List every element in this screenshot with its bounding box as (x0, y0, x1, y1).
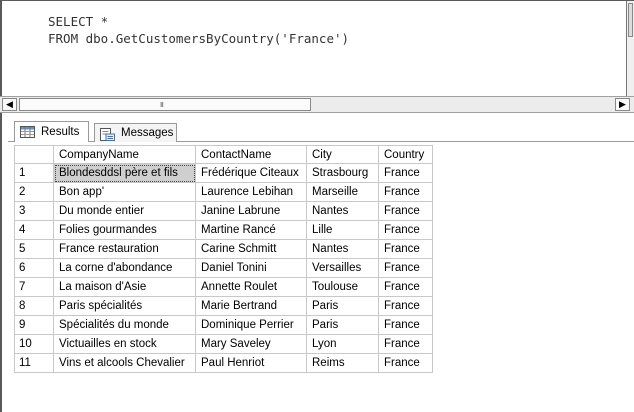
table-row[interactable]: 7 La maison d'Asie Annette Roulet Toulou… (14, 277, 433, 297)
grid-header-row: CompanyName ContactName City Country (14, 145, 433, 164)
cell-city[interactable]: Nantes (306, 239, 379, 259)
cell-contactname[interactable]: Annette Roulet (195, 277, 307, 297)
table-row[interactable]: 6 La corne d'abondance Daniel Tonini Ver… (14, 258, 433, 278)
cell-companyname[interactable]: Victuailles en stock (53, 334, 196, 354)
table-row[interactable]: 10 Victuailles en stock Mary Saveley Lyo… (14, 334, 433, 354)
cell-companyname[interactable]: Paris spécialités (53, 296, 196, 316)
cell-companyname[interactable]: Bon app' (53, 182, 196, 202)
scroll-grip-icon: III (160, 102, 164, 109)
cell-city[interactable]: Versailles (306, 258, 379, 278)
cell-contactname[interactable]: Daniel Tonini (195, 258, 307, 278)
cell-contactname[interactable]: Marie Bertrand (195, 296, 307, 316)
tab-messages-label: Messages (121, 127, 174, 139)
sql-line-2: FROM dbo.GetCustomersByCountry('France') (48, 31, 350, 46)
cell-companyname[interactable]: La corne d'abondance (53, 258, 196, 278)
sql-line-1: SELECT * (48, 14, 109, 29)
cell-city[interactable]: Toulouse (306, 277, 379, 297)
query-editor[interactable]: SELECT * FROM dbo.GetCustomersByCountry('… (0, 0, 634, 97)
cell-city[interactable]: Paris (306, 315, 379, 335)
table-row[interactable]: 9 Spécialités du monde Dominique Perrier… (14, 315, 433, 335)
row-number[interactable]: 5 (14, 239, 54, 259)
cell-contactname[interactable]: Laurence Lebihan (195, 182, 307, 202)
tab-results[interactable]: Results (14, 121, 89, 142)
row-header-corner[interactable] (14, 145, 54, 164)
tab-results-label: Results (41, 126, 80, 138)
message-icon (100, 128, 115, 144)
column-header-companyname[interactable]: CompanyName (53, 145, 196, 164)
cell-city[interactable]: Lyon (306, 334, 379, 354)
cell-country[interactable]: France (378, 315, 433, 335)
cell-contactname[interactable]: Martine Rancé (195, 220, 307, 240)
row-number[interactable]: 11 (14, 353, 54, 373)
cell-city[interactable]: Paris (306, 296, 379, 316)
row-number[interactable]: 9 (14, 315, 54, 335)
row-number[interactable]: 2 (14, 182, 54, 202)
tab-messages[interactable]: Messages (94, 123, 177, 142)
scroll-right-icon[interactable]: ▶ (615, 98, 630, 111)
cell-city[interactable]: Lille (306, 220, 379, 240)
cell-country[interactable]: France (378, 163, 433, 183)
grid-icon (20, 126, 35, 141)
cell-country[interactable]: France (378, 277, 433, 297)
editor-horizontal-scrollbar[interactable]: ◀ III ▶ (0, 96, 634, 113)
results-grid-area: CompanyName ContactName City Country 1 B… (0, 143, 634, 412)
cell-country[interactable]: France (378, 258, 433, 278)
cell-city[interactable]: Strasbourg (306, 163, 379, 183)
cell-contactname[interactable]: Dominique Perrier (195, 315, 307, 335)
cell-companyname[interactable]: Folies gourmandes (53, 220, 196, 240)
cell-city[interactable]: Marseille (306, 182, 379, 202)
column-header-city[interactable]: City (306, 145, 379, 164)
sql-code[interactable]: SELECT * FROM dbo.GetCustomersByCountry('… (48, 13, 349, 47)
cell-country[interactable]: France (378, 220, 433, 240)
scroll-left-icon[interactable]: ◀ (2, 98, 17, 111)
cell-contactname[interactable]: Paul Henriot (195, 353, 307, 373)
editor-vertical-scrollbar[interactable] (626, 1, 634, 97)
table-row[interactable]: 2 Bon app' Laurence Lebihan Marseille Fr… (14, 182, 433, 202)
cell-companyname[interactable]: Blondesddsl père et fils (53, 163, 196, 183)
cell-contactname[interactable]: Frédérique Citeaux (195, 163, 307, 183)
row-number[interactable]: 4 (14, 220, 54, 240)
row-number[interactable]: 6 (14, 258, 54, 278)
table-row[interactable]: 3 Du monde entier Janine Labrune Nantes … (14, 201, 433, 221)
table-row[interactable]: 4 Folies gourmandes Martine Rancé Lille … (14, 220, 433, 240)
cell-country[interactable]: France (378, 239, 433, 259)
column-header-contactname[interactable]: ContactName (195, 145, 307, 164)
cell-contactname[interactable]: Janine Labrune (195, 201, 307, 221)
cell-country[interactable]: France (378, 296, 433, 316)
row-number[interactable]: 7 (14, 277, 54, 297)
results-grid: CompanyName ContactName City Country 1 B… (14, 145, 433, 373)
row-number[interactable]: 3 (14, 201, 54, 221)
cell-country[interactable]: France (378, 353, 433, 373)
table-row[interactable]: 5 France restauration Carine Schmitt Nan… (14, 239, 433, 259)
cell-country[interactable]: France (378, 201, 433, 221)
cell-companyname[interactable]: France restauration (53, 239, 196, 259)
cell-companyname[interactable]: Vins et alcools Chevalier (53, 353, 196, 373)
row-number[interactable]: 1 (14, 163, 54, 183)
cell-contactname[interactable]: Mary Saveley (195, 334, 307, 354)
cell-contactname[interactable]: Carine Schmitt (195, 239, 307, 259)
results-tab-strip: Results Messages (0, 113, 634, 143)
table-row[interactable]: 1 Blondesddsl père et fils Frédérique Ci… (14, 163, 433, 183)
cell-city[interactable]: Reims (306, 353, 379, 373)
cell-companyname[interactable]: Spécialités du monde (53, 315, 196, 335)
row-number[interactable]: 8 (14, 296, 54, 316)
table-row[interactable]: 8 Paris spécialités Marie Bertrand Paris… (14, 296, 433, 316)
horizontal-scroll-thumb[interactable]: III (19, 98, 311, 111)
cell-companyname[interactable]: Du monde entier (53, 201, 196, 221)
cell-companyname[interactable]: La maison d'Asie (53, 277, 196, 297)
table-row[interactable]: 11 Vins et alcools Chevalier Paul Henrio… (14, 353, 433, 373)
cell-country[interactable]: France (378, 334, 433, 354)
editor-vertical-scroll-thumb[interactable] (628, 3, 633, 37)
cell-country[interactable]: France (378, 182, 433, 202)
column-header-country[interactable]: Country (378, 145, 433, 164)
row-number[interactable]: 10 (14, 334, 54, 354)
cell-city[interactable]: Nantes (306, 201, 379, 221)
